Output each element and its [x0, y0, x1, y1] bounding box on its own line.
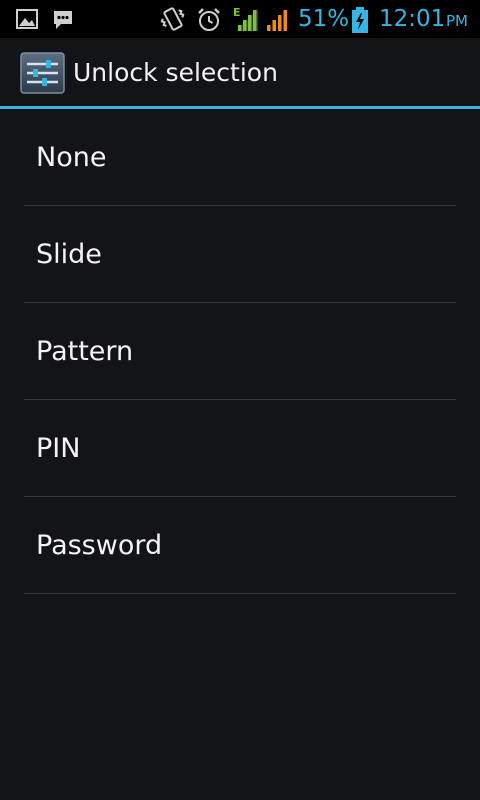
list-item-label: None	[36, 142, 107, 173]
list-item-pattern[interactable]: Pattern	[0, 303, 480, 400]
action-bar: Unlock selection	[0, 38, 480, 106]
clock-period: PM	[446, 12, 468, 30]
settings-sliders-icon[interactable]	[20, 52, 65, 94]
vibrate-icon	[160, 7, 185, 31]
clock-time: 12:01	[379, 6, 446, 32]
list-item-label: Slide	[36, 239, 102, 270]
battery-charging-icon	[352, 7, 368, 33]
list-item-pin[interactable]: PIN	[0, 400, 480, 497]
battery-percent: 51%	[298, 6, 350, 32]
unlock-options-list: None Slide Pattern PIN Password	[0, 109, 480, 594]
list-item-password[interactable]: Password	[0, 497, 480, 594]
svg-text:E: E	[233, 6, 241, 19]
list-item-label: PIN	[36, 433, 81, 464]
list-item-none[interactable]: None	[0, 109, 480, 206]
list-item-slide[interactable]: Slide	[0, 206, 480, 303]
list-item-label: Password	[36, 530, 163, 561]
picture-icon	[16, 9, 38, 29]
list-item-label: Pattern	[36, 336, 134, 367]
status-bar: E 51% 12:01 PM	[0, 0, 480, 38]
signal-strength-icon	[267, 10, 287, 31]
edge-signal-icon: E	[233, 6, 258, 31]
page-title: Unlock selection	[73, 58, 278, 87]
list-divider	[24, 593, 456, 594]
chat-message-icon	[54, 11, 72, 29]
alarm-clock-icon	[198, 8, 220, 31]
